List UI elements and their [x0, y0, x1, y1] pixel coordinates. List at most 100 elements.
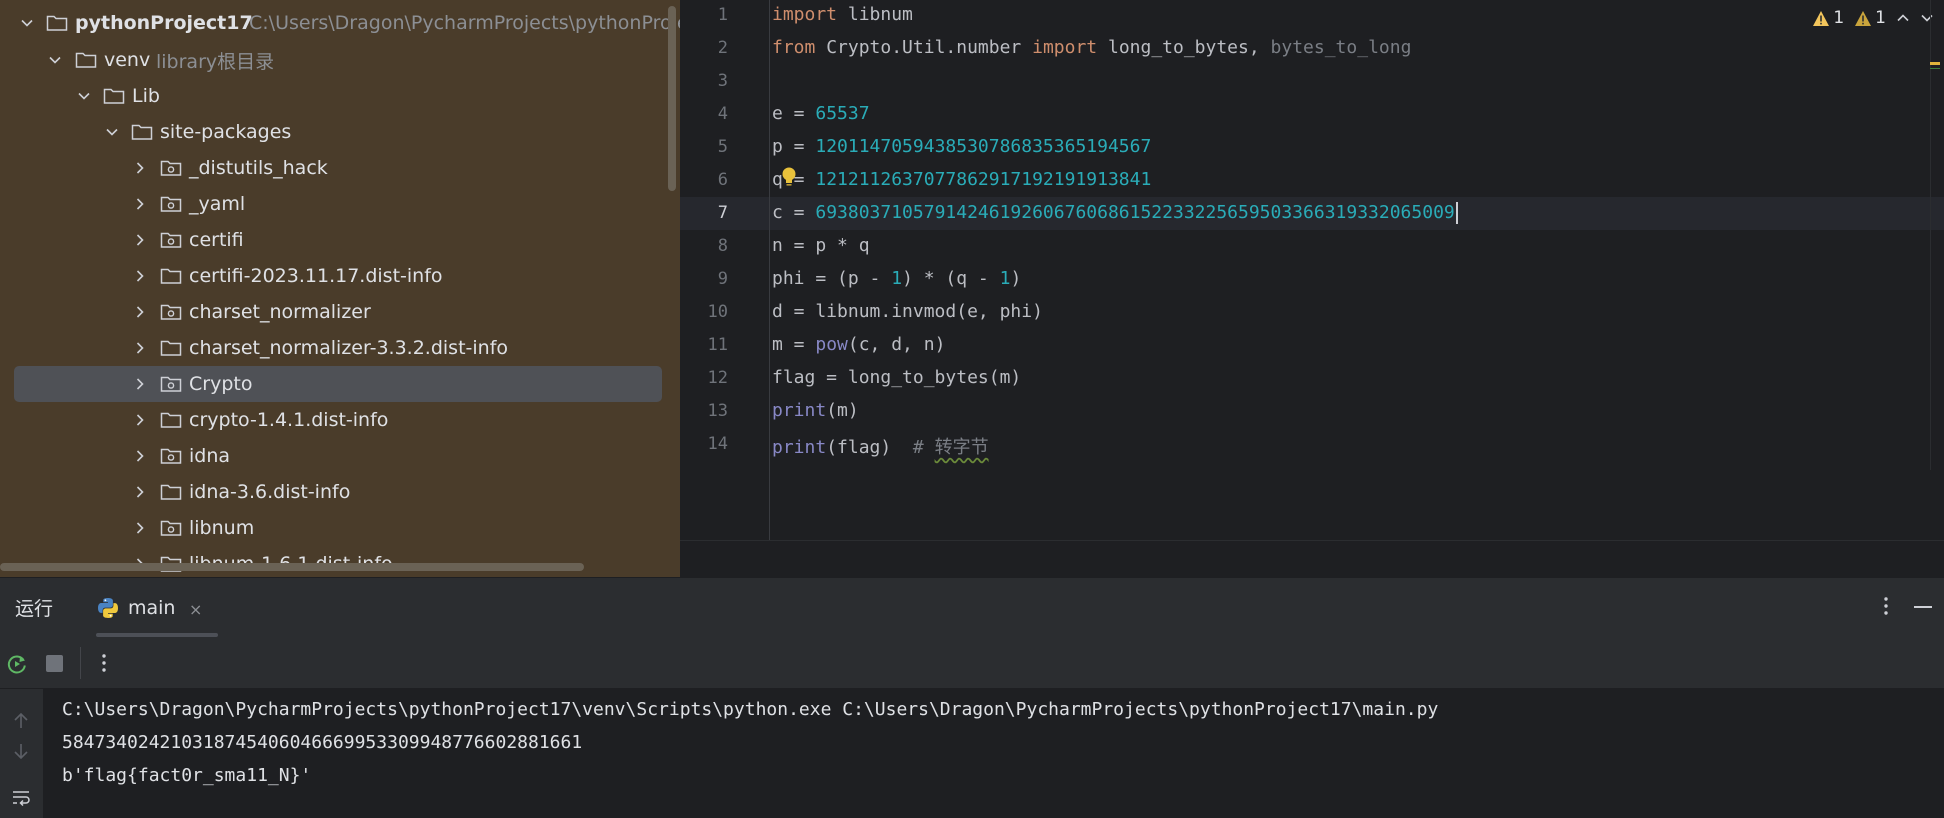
- code-line-6[interactable]: q = 12121126370778629171921919138​41: [772, 169, 1151, 190]
- chevron-right-icon[interactable]: [133, 233, 147, 247]
- tree-node-distutils-hack[interactable]: _distutils_hack: [0, 150, 680, 186]
- code-line-4[interactable]: e = 65537: [772, 103, 870, 124]
- stop-icon[interactable]: [46, 655, 63, 672]
- chevron-down-icon[interactable]: [77, 89, 91, 103]
- code-line-12[interactable]: flag = long_to_bytes(m): [772, 367, 1021, 388]
- number-token: 1: [999, 268, 1011, 289]
- chevron-right-icon[interactable]: [133, 341, 147, 355]
- package-folder-icon: [160, 231, 182, 249]
- number-token: 6938037105791424619260676068615223322565…: [815, 202, 1455, 223]
- warning-count: 1: [1833, 8, 1845, 28]
- warning-counter[interactable]: 1: [1812, 8, 1844, 28]
- package-folder-icon: [160, 159, 182, 177]
- run-console-output[interactable]: C:\Users\Dragon\PycharmProjects\pythonPr…: [44, 689, 1944, 818]
- code-line-7[interactable]: c = 693803710579142461926067606861522332…: [772, 202, 1458, 224]
- tree-node-site-packages[interactable]: site-packages: [0, 114, 680, 150]
- code-token: libnum: [837, 4, 913, 25]
- code-token: Crypto.Util.number: [815, 37, 1033, 58]
- comment-token: 转字节: [934, 437, 989, 458]
- tree-node-crypto[interactable]: Crypto: [0, 366, 680, 402]
- chevron-right-icon[interactable]: [133, 485, 147, 499]
- weak-warning-counter[interactable]: 1: [1854, 8, 1886, 28]
- tree-label: idna-3.6.dist-info: [189, 481, 351, 503]
- tree-node-crypto-dist-info[interactable]: crypto-1.4.1.dist-info: [0, 402, 680, 438]
- code-line-14[interactable]: print(flag) # 转字节: [772, 433, 989, 459]
- tree-node-venv[interactable]: venv library根目录: [0, 42, 680, 78]
- code-line-2[interactable]: from Crypto.Util.number import long_to_b…: [772, 37, 1411, 58]
- chevron-right-icon[interactable]: [133, 377, 147, 391]
- tree-node-idna-dist-info[interactable]: idna-3.6.dist-info: [0, 474, 680, 510]
- python-icon: [98, 598, 118, 618]
- more-vertical-icon[interactable]: [100, 651, 108, 675]
- tree-hint-venv: library根目录: [156, 50, 275, 73]
- chevron-right-icon[interactable]: [133, 413, 147, 427]
- builtin-token: pow: [815, 334, 848, 355]
- code-line-11[interactable]: m = pow(c, d, n): [772, 334, 945, 355]
- code-token: c =: [772, 202, 816, 223]
- unused-import-token: bytes_to_long: [1270, 37, 1412, 58]
- tree-label-site-packages: site-packages: [160, 121, 292, 143]
- selection-highlight: [14, 366, 662, 402]
- tree-label: _distutils_hack: [189, 157, 328, 179]
- chevron-right-icon[interactable]: [133, 521, 147, 535]
- number-token: 65537: [815, 103, 870, 124]
- builtin-token: print: [772, 400, 827, 421]
- lightbulb-icon[interactable]: [780, 166, 798, 188]
- tree-node-yaml[interactable]: _yaml: [0, 186, 680, 222]
- change-stripe-marker[interactable]: [1930, 68, 1940, 69]
- tree-node-project-root[interactable]: pythonProject17 C:\Users\Dragon\PycharmP…: [0, 5, 680, 41]
- console-line-command: C:\Users\Dragon\PycharmProjects\pythonPr…: [62, 699, 1439, 720]
- tree-node-charset-normalizer-dist-info[interactable]: charset_normalizer-3.3.2.dist-info: [0, 330, 680, 366]
- code-line-13[interactable]: print(m): [772, 400, 859, 421]
- chevron-right-icon[interactable]: [133, 269, 147, 283]
- tree-horizontal-scrollbar[interactable]: [0, 563, 584, 571]
- more-vertical-icon[interactable]: [1882, 594, 1890, 618]
- close-icon[interactable]: ×: [189, 600, 202, 619]
- package-folder-icon: [160, 447, 182, 465]
- tree-node-lib[interactable]: Lib: [0, 78, 680, 114]
- editor-scrollbar[interactable]: [1930, 0, 1944, 470]
- warning-stripe-marker[interactable]: [1930, 62, 1940, 65]
- code-line-8[interactable]: n = p * q: [772, 235, 870, 256]
- tree-node-idna[interactable]: idna: [0, 438, 680, 474]
- tree-node-certifi-dist-info[interactable]: certifi-2023.11.17.dist-info: [0, 258, 680, 294]
- code-token: long_to_bytes,: [1097, 37, 1271, 58]
- chevron-up-icon[interactable]: [1896, 11, 1910, 25]
- tree-vertical-scrollbar[interactable]: [668, 6, 676, 191]
- tree-node-certifi[interactable]: certifi: [0, 222, 680, 258]
- chevron-down-icon[interactable]: [20, 16, 34, 30]
- line-number-active: 7: [717, 203, 728, 223]
- tree-node-libnum-dist-info[interactable]: libnum-1.6.1.dist-info: [0, 546, 680, 577]
- line-number: 9: [717, 269, 728, 289]
- tree-node-charset-normalizer[interactable]: charset_normalizer: [0, 294, 680, 330]
- chevron-down-icon[interactable]: [48, 53, 62, 67]
- line-number: 13: [707, 401, 728, 421]
- soft-wrap-icon[interactable]: [11, 787, 31, 807]
- chevron-right-icon[interactable]: [133, 197, 147, 211]
- code-line-5[interactable]: p = 12011470594385307868353651945​67: [772, 136, 1151, 157]
- gutter-separator: [769, 0, 770, 540]
- code-line-10[interactable]: d = libnum.invmod(e, phi): [772, 301, 1043, 322]
- chevron-down-icon[interactable]: [105, 125, 119, 139]
- console-line-output: b'flag{fact0r_sma11_N}': [62, 765, 312, 786]
- chevron-right-icon[interactable]: [133, 161, 147, 175]
- minimize-icon[interactable]: [1914, 606, 1932, 608]
- tree-node-libnum[interactable]: libnum: [0, 510, 680, 546]
- arrow-down-icon[interactable]: [11, 741, 31, 761]
- code-line-1[interactable]: import libnum: [772, 4, 913, 25]
- arrow-up-icon[interactable]: [11, 711, 31, 731]
- line-number: 1: [717, 5, 728, 25]
- weak-warning-icon: [1855, 10, 1872, 26]
- rerun-icon[interactable]: [6, 653, 28, 675]
- keyword-token: from: [772, 37, 816, 58]
- code-editor[interactable]: 1 2 3 4 5 6 7 8 9 10 11 12 13 14 import …: [680, 0, 1944, 540]
- run-tab-main[interactable]: main ×: [95, 588, 217, 628]
- code-token: flag = long_to_bytes(m): [772, 367, 1022, 388]
- number-token: 12121126370778629171921919138​41: [815, 169, 1152, 190]
- editor-bottom-area: [680, 540, 1944, 577]
- line-number: 3: [717, 71, 728, 91]
- chevron-right-icon[interactable]: [133, 449, 147, 463]
- inspection-widget[interactable]: 1 1: [1812, 6, 1934, 30]
- code-line-9[interactable]: phi = (p - 1) * (q - 1): [772, 268, 1021, 289]
- chevron-right-icon[interactable]: [133, 305, 147, 319]
